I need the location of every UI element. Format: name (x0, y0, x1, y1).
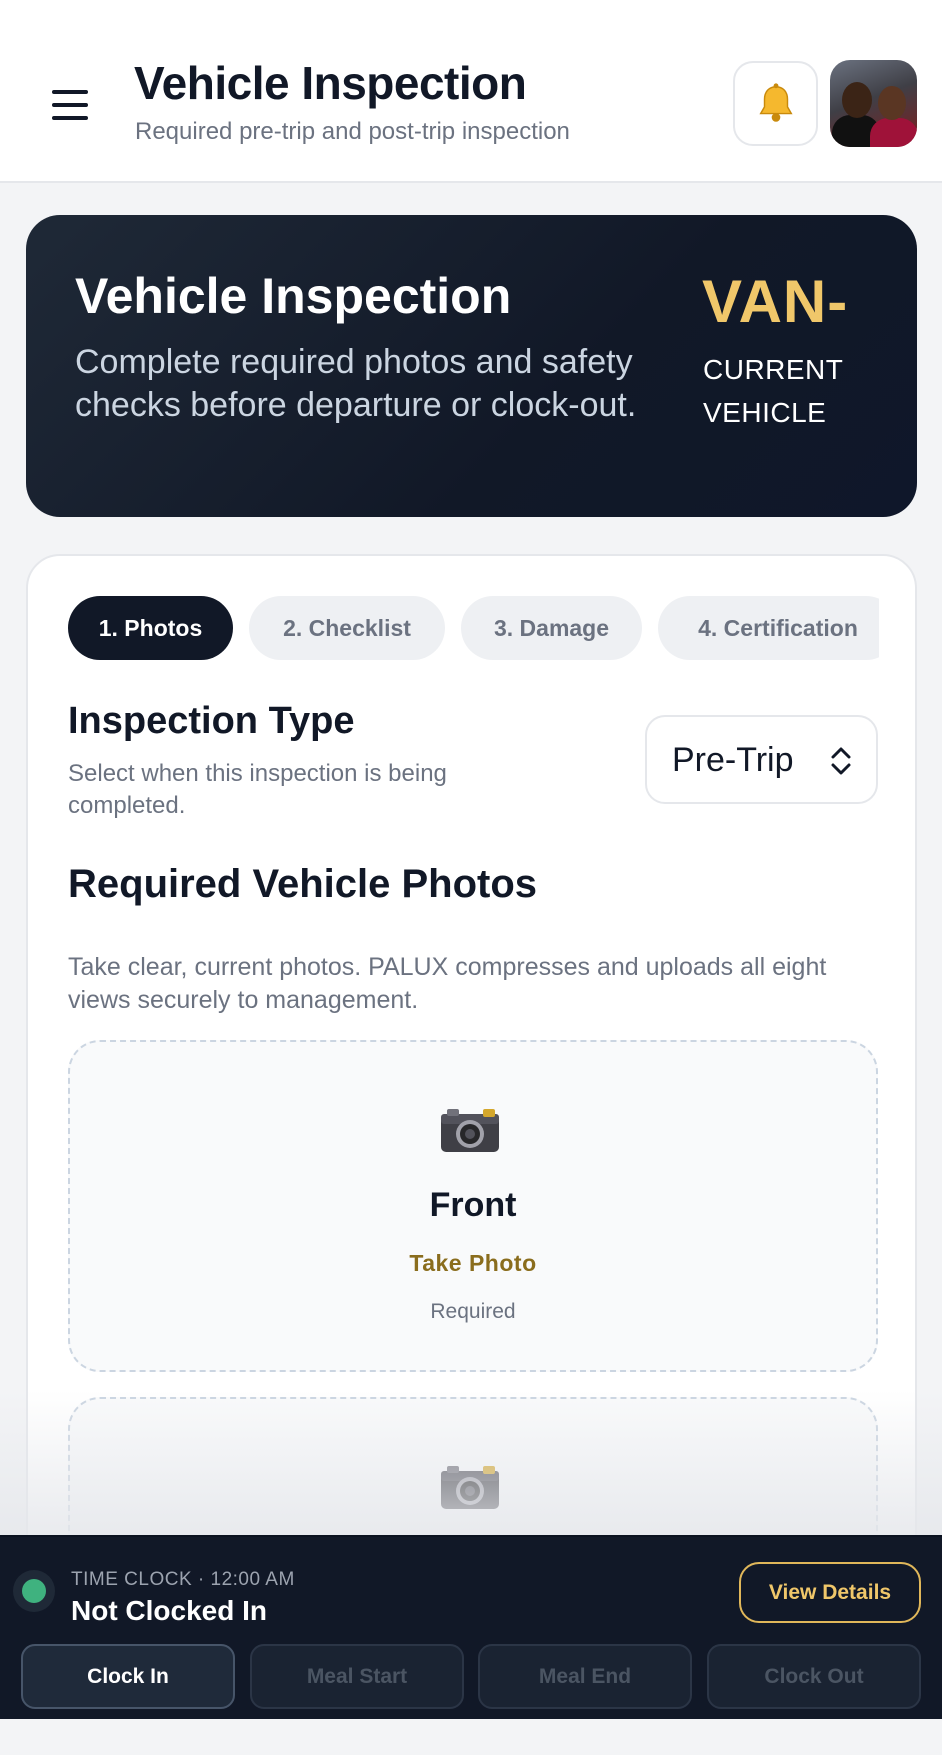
inspection-type-description: Select when this inspection is being com… (68, 760, 447, 819)
top-app-bar: Vehicle Inspection Required pre-trip and… (0, 0, 942, 183)
tab-photos[interactable]: 1. Photos (68, 596, 233, 660)
hero-title: Vehicle Inspection (75, 268, 512, 324)
bell-icon (758, 82, 793, 122)
hero-description: Complete required photos and safety chec… (75, 343, 637, 424)
take-photo-label: Take Photo (409, 1250, 537, 1276)
camera-icon (441, 1109, 499, 1152)
vehicle-code: VAN- (702, 268, 849, 335)
photo-slot-name: Front (429, 1186, 517, 1224)
required-photos-title: Required Vehicle Photos (68, 862, 538, 906)
clock-status-indicator (13, 1570, 55, 1612)
page-title: Vehicle Inspection (134, 57, 527, 109)
user-avatar[interactable] (830, 60, 917, 147)
time-clock-bar: TIME CLOCK · 12:00 AM Not Clocked In Vie… (0, 1535, 942, 1719)
clock-status-text: Not Clocked In (71, 1595, 268, 1626)
bottom-safe-area (0, 1719, 942, 1755)
camera-icon (441, 1466, 499, 1509)
view-details-button[interactable]: View Details (739, 1562, 921, 1623)
required-photos-description: Take clear, current photos. PALUX compre… (68, 953, 827, 1014)
inspection-hero-banner: Vehicle Inspection Complete required pho… (26, 215, 917, 517)
page-subtitle: Required pre-trip and post-trip inspecti… (135, 118, 570, 145)
hamburger-menu-icon[interactable] (52, 90, 88, 120)
inspection-type-select[interactable]: Pre-Trip (645, 715, 878, 804)
vehicle-code-label: CURRENT VEHICLE (703, 354, 843, 428)
tab-certification[interactable]: 4. Certification (658, 596, 879, 660)
select-chevrons-icon (831, 747, 851, 775)
inspection-type-title: Inspection Type (68, 700, 355, 742)
meal-end-button[interactable]: Meal End (478, 1644, 692, 1709)
tab-damage[interactable]: 3. Damage (461, 596, 642, 660)
photo-slot-front[interactable]: Front Take Photo Required (68, 1040, 878, 1372)
clock-out-button[interactable]: Clock Out (707, 1644, 921, 1709)
notifications-button[interactable] (733, 61, 818, 146)
inspection-steps-tabs: 1. Photos 2. Checklist 3. Damage 4. Cert… (68, 596, 879, 660)
inspection-type-value: Pre-Trip (672, 741, 794, 779)
meal-start-button[interactable]: Meal Start (250, 1644, 464, 1709)
photo-required-label: Required (430, 1300, 516, 1323)
tab-checklist[interactable]: 2. Checklist (249, 596, 445, 660)
clock-in-button[interactable]: Clock In (21, 1644, 235, 1709)
time-clock-kicker: TIME CLOCK · 12:00 AM (71, 1569, 295, 1590)
